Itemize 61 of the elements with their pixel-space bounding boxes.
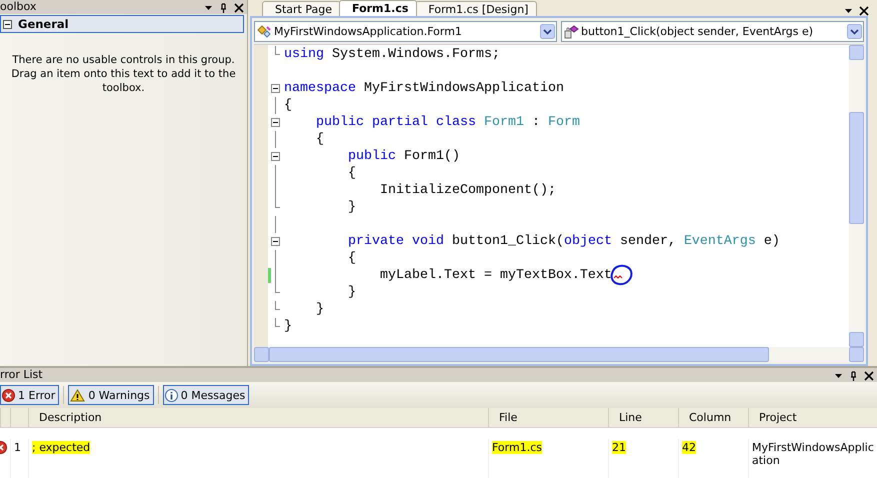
collapse-icon[interactable] xyxy=(271,118,280,127)
code-line: { xyxy=(284,98,292,113)
outline-line xyxy=(275,318,280,327)
document-tab[interactable]: Form1.cs xyxy=(339,0,418,16)
panel-title: rror List xyxy=(0,368,43,381)
class-icon xyxy=(257,24,273,38)
outline-line xyxy=(275,131,276,148)
filter-button[interactable]: 0 Warnings xyxy=(68,385,154,405)
vertical-scrollbar[interactable] xyxy=(849,45,864,347)
collapse-icon[interactable] xyxy=(271,152,280,161)
code-line: } xyxy=(314,302,324,317)
horizontal-scrollbar[interactable] xyxy=(254,347,864,362)
dropdown[interactable]: button1_Click(object sender, EventArgs e) xyxy=(561,21,864,42)
document-tab[interactable]: Form1.cs [Design] xyxy=(415,1,538,16)
code-line: { xyxy=(314,132,324,147)
outline-line xyxy=(275,46,280,55)
code-line: using System.Windows.Forms; xyxy=(284,47,500,62)
filter-button[interactable]: 0 Messages xyxy=(162,385,250,405)
error-squiggle xyxy=(613,274,622,278)
group-header[interactable]: General xyxy=(0,15,244,33)
table-cell[interactable]: 42 xyxy=(682,441,696,454)
collapse-icon[interactable] xyxy=(271,84,280,93)
close-icon xyxy=(864,371,874,381)
pin-icon xyxy=(849,371,858,381)
outline-line xyxy=(275,97,276,114)
code-line: namespace MyFirstWindowsApplication xyxy=(284,81,564,96)
pin-icon xyxy=(219,3,228,13)
code-line: public partial class Form1 : Form xyxy=(314,115,580,130)
document-tab[interactable]: Start Page xyxy=(262,1,341,16)
empty-message: There are no usable controls in this group. Drag an item onto this text to add it to the toolbox. xyxy=(10,53,237,95)
code-line: public Form1() xyxy=(346,149,460,164)
column-header[interactable]: Column xyxy=(678,408,748,428)
close-icon xyxy=(234,3,244,13)
code-line: private void button1_Click(object sender, EventArgs e) xyxy=(346,234,780,249)
outline-line xyxy=(275,301,280,310)
column-header[interactable]: Project xyxy=(748,408,877,428)
table-cell[interactable]: ; expected xyxy=(32,441,90,454)
column-header[interactable]: Description xyxy=(28,408,488,428)
table-cell[interactable]: Form1.cs xyxy=(492,441,542,454)
table-cell: 1 xyxy=(14,441,21,454)
error-icon xyxy=(2,388,15,402)
code-line: InitializeComponent(); xyxy=(378,183,556,198)
method-icon xyxy=(564,24,580,38)
collapse-icon[interactable] xyxy=(271,237,280,246)
outline-line xyxy=(275,216,276,233)
dropdown[interactable]: MyFirstWindowsApplication.Form1 xyxy=(254,21,557,42)
code-line: } xyxy=(284,319,292,334)
table-cell[interactable]: 21 xyxy=(612,441,626,454)
info-icon xyxy=(164,388,178,402)
code-line: } xyxy=(346,285,356,300)
code-line: myLabel.Text = myTextBox.Text xyxy=(378,268,612,283)
column-header[interactable]: Line xyxy=(608,408,678,428)
panel-title: oolbox xyxy=(0,0,36,13)
close-icon xyxy=(859,6,869,16)
warning-icon xyxy=(70,388,86,402)
code-line: { xyxy=(346,251,356,266)
table-cell[interactable]: MyFirstWindowsApplication xyxy=(752,441,877,467)
code-line: } xyxy=(346,200,356,215)
filter-button[interactable]: 1 Error xyxy=(0,385,60,405)
code-line: { xyxy=(346,166,356,181)
column-header[interactable]: File xyxy=(488,408,608,428)
